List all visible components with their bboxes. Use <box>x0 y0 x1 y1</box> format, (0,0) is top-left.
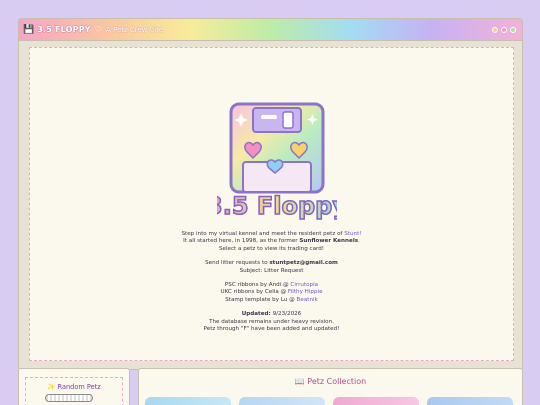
window-title: 3.5 FLOPPY <box>37 25 91 34</box>
intro-line-3: Select a petz to view its trading card! <box>218 245 325 252</box>
updated-note-2: Petz through "F" have been added and upd… <box>203 326 340 333</box>
credit-psc: PSC ribbons by Andi @ Cirrutopia <box>30 282 513 289</box>
minimize-button[interactable] <box>492 26 498 33</box>
contact-prefix: Send litter requests to <box>205 260 270 267</box>
petz-card[interactable] <box>333 397 419 405</box>
credit-ukc: UKC ribbons by Celia @ Filthy Hippie <box>30 289 513 296</box>
petz-collection-panel: 📖 Petz Collection <box>138 368 523 405</box>
title-bar: 💾 3.5 FLOPPY ♡ A Petz Crew Site <box>19 19 522 41</box>
window-subtitle: A Petz Crew Site <box>105 25 164 34</box>
intro-line-1-text: Step into my virtual kennel and meet the… <box>181 231 345 237</box>
contact-subject: Subject: Litter Request <box>239 267 304 274</box>
close-button[interactable] <box>510 26 516 33</box>
main-content: 3.5 Floppy Step into my virtual kennel a… <box>29 47 514 361</box>
petz-card[interactable] <box>427 397 513 405</box>
heart-icon: ♡ <box>94 25 102 34</box>
floppy-disk-icon: 💾 <box>23 24 35 35</box>
intro-line-2-text: It all started here, in 1998, as the for… <box>183 238 300 245</box>
updated-line: Updated: 9/23/2026 <box>30 311 513 318</box>
intro-line-2-suffix: . <box>358 238 360 245</box>
petz-collection-title: 📖 Petz Collection <box>294 377 367 386</box>
random-petz-stamp[interactable] <box>45 394 93 402</box>
intro-line-1: Step into my virtual kennel and meet the… <box>30 231 513 238</box>
contact-email[interactable]: stuntpetz@gmail.com <box>269 260 338 266</box>
main-window: 💾 3.5 FLOPPY ♡ A Petz Crew Site .5 Flopp… <box>18 18 523 370</box>
contact-line: Send litter requests to stuntpetz@gmail.… <box>30 260 513 267</box>
filthy-hippie-link[interactable]: Filthy Hippie <box>288 289 323 295</box>
sunflower-kennels-text: Sunflower Kennels <box>299 238 359 245</box>
random-petz-panel: ✨ Random Petz <box>18 368 130 405</box>
window-controls <box>492 26 516 33</box>
credit-stamp: Stamp template by Lu @ Beatnik <box>30 297 513 304</box>
petz-card[interactable] <box>145 397 231 405</box>
petz-card[interactable] <box>239 397 325 405</box>
floppy-logo-icon: 3.5 Floppy <box>217 102 337 220</box>
updated-note-1: The database remains under heavy revisio… <box>209 318 334 325</box>
stunt-link[interactable]: Stunt! <box>344 231 361 237</box>
logo-text: 3.5 Floppy <box>217 192 337 220</box>
beatnik-link[interactable]: Beatnik <box>297 297 318 303</box>
credit-psc-text: PSC ribbons by Andi @ <box>224 282 291 289</box>
intro-text-block: Step into my virtual kennel and meet the… <box>30 231 513 333</box>
cirrutopia-link[interactable]: Cirrutopia <box>290 282 318 288</box>
credit-stamp-text: Stamp template by Lu @ <box>225 296 297 303</box>
updated-label: Updated: <box>241 311 271 318</box>
updated-date: 9/23/2026 <box>272 311 302 318</box>
credit-ukc-text: UKC ribbons by Celia @ <box>220 289 288 296</box>
random-petz-title: ✨ Random Petz <box>47 383 101 391</box>
maximize-button[interactable] <box>501 26 507 33</box>
intro-line-2: It all started here, in 1998, as the for… <box>30 238 513 245</box>
